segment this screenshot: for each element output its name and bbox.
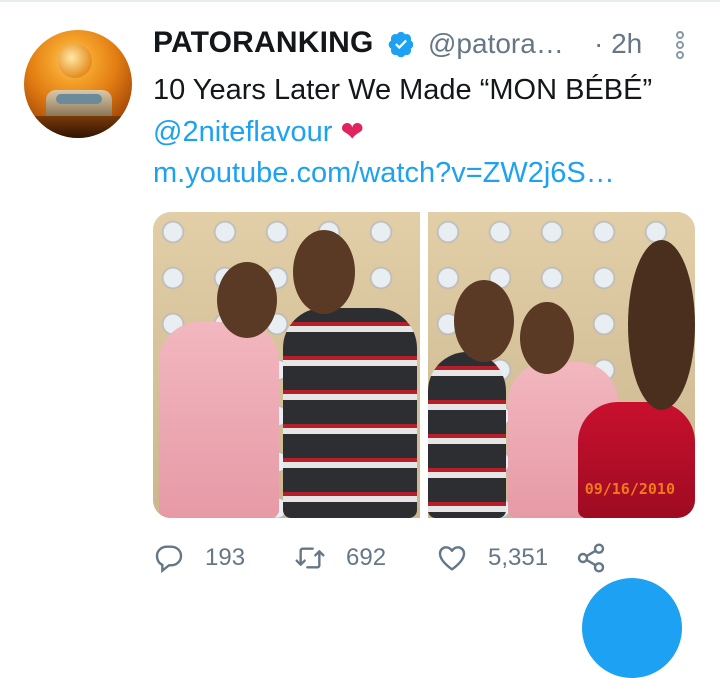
- more-dot: [676, 41, 684, 49]
- verified-badge-icon: [388, 31, 414, 58]
- avatar-ground-graphic: [24, 116, 132, 138]
- compose-fab-button[interactable]: [582, 578, 682, 678]
- time-separator: ·: [594, 28, 604, 59]
- share-icon: [577, 543, 605, 573]
- person-striped-shirt: [428, 352, 506, 518]
- author-handle[interactable]: @patora…: [428, 28, 564, 60]
- person-head: [454, 280, 514, 362]
- heart-emoji: ❤: [340, 116, 364, 147]
- youtube-link[interactable]: m.youtube.com/watch?v=ZW2j6S…: [153, 157, 615, 189]
- retweet-count: 692: [346, 544, 387, 571]
- retweet-button[interactable]: 692: [294, 540, 386, 576]
- reply-count: 193: [205, 544, 246, 571]
- tweet-time[interactable]: · 2h: [594, 28, 642, 60]
- retweet-icon: [295, 547, 325, 569]
- like-button[interactable]: 5,351: [436, 540, 548, 576]
- person-head: [293, 230, 355, 314]
- person-striped-shirt: [283, 308, 417, 518]
- person-head: [628, 240, 695, 410]
- share-button[interactable]: [575, 540, 607, 576]
- avatar-sun-graphic: [58, 44, 92, 78]
- top-divider: [0, 0, 720, 2]
- tweet-actions: 193 692 5,351: [153, 540, 673, 576]
- photo-left[interactable]: [153, 212, 420, 518]
- like-icon: [438, 546, 466, 571]
- reply-icon: [155, 545, 183, 574]
- person-pink-shirt: [159, 322, 279, 518]
- more-options-icon[interactable]: [672, 30, 688, 60]
- more-dot: [676, 51, 684, 59]
- photo-right[interactable]: 09/16/2010: [428, 212, 695, 518]
- more-dot: [676, 31, 684, 39]
- mention-link[interactable]: @2niteflavour: [153, 116, 332, 148]
- person-head: [520, 302, 574, 374]
- author-name[interactable]: PATORANKING: [153, 26, 374, 60]
- person-red-shirt: [578, 402, 695, 518]
- tweet-media[interactable]: 09/16/2010: [153, 212, 695, 518]
- person-head: [217, 262, 277, 338]
- tweet-text: 10 Years Later We Made “MON BÉBÉ” @2nite…: [153, 70, 713, 194]
- tweet-text-main: 10 Years Later We Made “MON BÉBÉ”: [153, 74, 653, 106]
- photo-datestamp: 09/16/2010: [584, 480, 675, 498]
- author-avatar[interactable]: [24, 30, 132, 138]
- like-count: 5,351: [488, 544, 549, 571]
- reply-button[interactable]: 193: [153, 540, 245, 576]
- time-label: 2h: [611, 28, 643, 59]
